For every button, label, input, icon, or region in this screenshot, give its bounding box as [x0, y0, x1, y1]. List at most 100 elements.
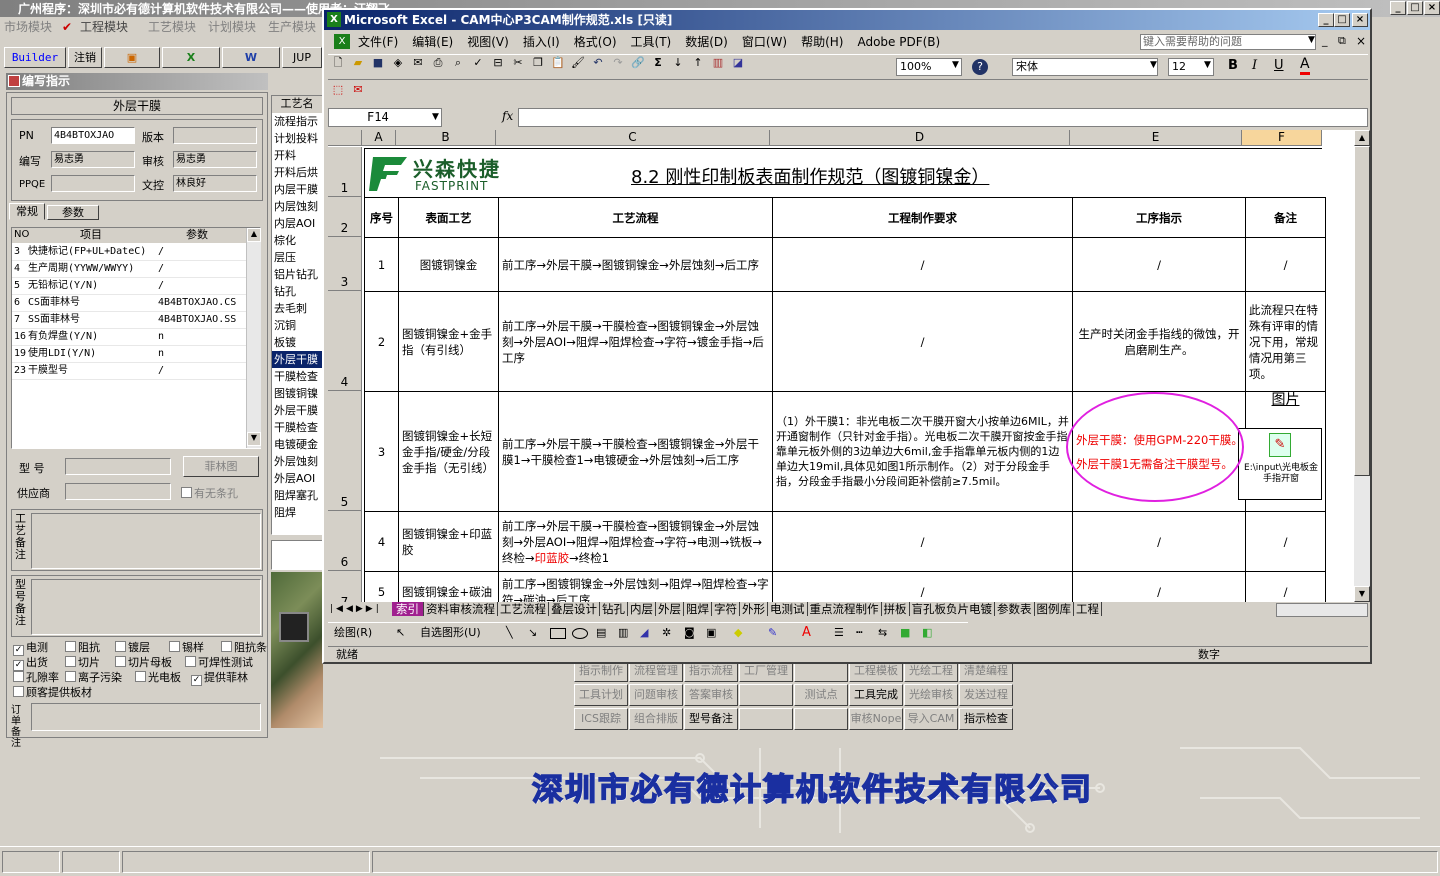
help-input[interactable]: 键入需要帮助的问题 [1140, 34, 1316, 50]
process-item[interactable]: 流程指示 [272, 113, 322, 130]
name-box[interactable]: F14 [328, 108, 442, 127]
italic-icon[interactable]: I [1252, 58, 1257, 73]
process-item[interactable]: 棕化 [272, 232, 322, 249]
row-header[interactable]: 5 [328, 391, 362, 511]
picture-icon[interactable]: ▣ [706, 623, 716, 643]
cut-icon[interactable]: ✂ [510, 55, 526, 71]
param-row[interactable]: 19 使用LDI(Y/N) n [12, 346, 246, 363]
process-item[interactable]: 内层AOI [272, 215, 322, 232]
menu-item[interactable]: 帮助(H) [801, 35, 843, 49]
col-header-f[interactable]: F [1242, 130, 1322, 146]
new-icon[interactable]: 🗋 [330, 55, 346, 71]
cell-req[interactable]: / [772, 237, 1073, 292]
sheet-tab[interactable]: 外层 [658, 602, 684, 616]
model-note-field[interactable] [31, 579, 261, 635]
chart-icon[interactable]: ▥ [710, 55, 726, 71]
row-header[interactable]: 3 [328, 237, 362, 291]
bottom-button[interactable]: 光绘审核 [904, 684, 958, 706]
word-icon[interactable]: W [222, 47, 280, 68]
excel-minimize-button[interactable]: _ [1318, 13, 1334, 27]
cell-req[interactable]: （1）外干膜1：非光电板二次干膜开窗大小按单边6MIL，并开通窗制作（只针对金手… [772, 391, 1073, 512]
clipart-icon[interactable]: ◙ [684, 623, 695, 643]
bottom-button[interactable] [739, 708, 793, 730]
copy-icon[interactable]: ❐ [530, 55, 546, 71]
sheet-tab[interactable]: 叠层设计 [551, 602, 600, 616]
param-row[interactable]: 4 生产周期(YYWW/WWYY) / [12, 261, 246, 278]
help-dropdown-icon[interactable]: ▼ [1308, 35, 1315, 45]
model-field[interactable] [65, 458, 171, 475]
redo-icon[interactable]: ↷ [610, 55, 626, 71]
excel-maximize-button[interactable]: □ [1334, 13, 1350, 27]
oval-icon[interactable] [572, 628, 588, 639]
autoshape-menu[interactable]: 自选图形(U) [420, 623, 481, 643]
checkbox[interactable]: 离子污染 [65, 669, 122, 685]
sheet-tab[interactable]: 钻孔 [602, 602, 628, 616]
sheet-tab[interactable]: 图例库 [1036, 602, 1074, 616]
vscroll-up-icon[interactable]: ▲ [1354, 130, 1370, 146]
cell-note[interactable]: / [1245, 237, 1326, 292]
col-header-c[interactable]: C [496, 130, 770, 146]
tab-general[interactable]: 常规 [9, 203, 45, 220]
row-header[interactable]: 6 [328, 511, 362, 571]
app-close-button[interactable]: × [1424, 1, 1440, 15]
spell-icon[interactable]: ✓ [470, 55, 486, 71]
bottom-button[interactable]: 测试点 [794, 684, 848, 706]
fx-icon[interactable]: fx [502, 109, 513, 123]
process-item[interactable]: 阻焊 [272, 504, 322, 521]
open-icon[interactable]: ▰ [350, 55, 366, 71]
checkbox[interactable]: 阻抗条 [221, 639, 267, 655]
diagram-icon[interactable]: ✲ [662, 623, 671, 643]
checkbox[interactable]: 孔隙率 [13, 669, 59, 685]
film-button[interactable]: 菲林图 [183, 456, 259, 477]
bottom-button[interactable]: 工具计划 [574, 684, 628, 706]
cell-flow[interactable]: 前工序→外层干膜→干膜检查→图镀铜镍金→外层蚀刻→外层AOI→阻焊→阻焊检查→字… [498, 511, 773, 572]
process-note-field[interactable] [31, 513, 261, 569]
help-icon[interactable]: ? [972, 59, 988, 75]
menu-item[interactable]: Adobe PDF(B) [857, 35, 940, 49]
checkbox[interactable]: 顾客提供板材 [13, 684, 92, 700]
cell-req[interactable]: / [772, 291, 1073, 392]
cell-note[interactable]: 图片 ✎ E:\input\光电板金手指开窗 [1238, 391, 1326, 512]
param-row[interactable]: 16 有负焊盘(Y/N) n [12, 329, 246, 346]
sheet-tab[interactable]: 内层 [630, 602, 656, 616]
sheet-tab[interactable]: 资料审核流程 [426, 602, 498, 616]
font-dropdown-icon[interactable]: ▼ [1150, 60, 1157, 70]
shadow-icon[interactable]: ■ [900, 623, 910, 643]
autosum-icon[interactable]: Σ [650, 55, 666, 71]
module-engineering[interactable]: 工程模块 [80, 17, 128, 37]
menu-item[interactable]: 工具(T) [631, 35, 672, 49]
sheet-tab[interactable]: 外形 [742, 602, 768, 616]
col-header-b[interactable]: B [396, 130, 496, 146]
col-header-e[interactable]: E [1070, 130, 1242, 146]
hscroll[interactable] [1276, 603, 1368, 617]
rectangle-icon[interactable] [550, 628, 566, 639]
bottom-button[interactable]: ICS跟踪 [574, 708, 628, 730]
process-item[interactable]: 阻焊塞孔 [272, 487, 322, 504]
pdf-convert-icon[interactable]: ⬚ [330, 82, 346, 98]
sheet-tab[interactable]: 重点流程制作 [809, 602, 882, 616]
wb-minimize-icon[interactable]: _ [1322, 34, 1328, 47]
select-all-corner[interactable] [328, 130, 362, 146]
row-header[interactable]: 7 [328, 571, 362, 602]
tab-nav-icons[interactable]: |◀◀▶▶| [330, 602, 382, 617]
cell-flow[interactable]: 前工序→图镀铜镍金→外层蚀刻→阻焊→阻焊检查→字符→碳油→后工序 [498, 571, 773, 602]
process-item[interactable]: 内层蚀刻 [272, 198, 322, 215]
save-icon[interactable]: ■ [370, 55, 386, 71]
checkbox[interactable]: 切片母板 [115, 654, 172, 670]
menu-item[interactable]: 窗口(W) [742, 35, 787, 49]
checkbox[interactable]: 镀层 [115, 639, 150, 655]
process-item[interactable]: 去毛刺 [272, 300, 322, 317]
checkbox[interactable]: ✓ 提供菲林 [191, 669, 248, 686]
cell-note[interactable]: / [1245, 511, 1326, 572]
module-plan[interactable]: 计划模块 [208, 17, 256, 37]
research-icon[interactable]: ⊟ [490, 55, 506, 71]
menu-item[interactable]: 插入(I) [523, 35, 560, 49]
bottom-button[interactable] [794, 708, 848, 730]
menu-item[interactable]: 格式(O) [574, 35, 617, 49]
sheet-tab[interactable]: 拼板 [883, 602, 910, 616]
th-req[interactable]: 工程制作要求 [772, 197, 1073, 238]
bottom-button[interactable]: 工具完成 [849, 684, 903, 706]
underline-icon[interactable]: U [1274, 58, 1284, 73]
process-item[interactable]: 电镀硬金 [272, 436, 322, 453]
version-field[interactable] [173, 127, 257, 144]
